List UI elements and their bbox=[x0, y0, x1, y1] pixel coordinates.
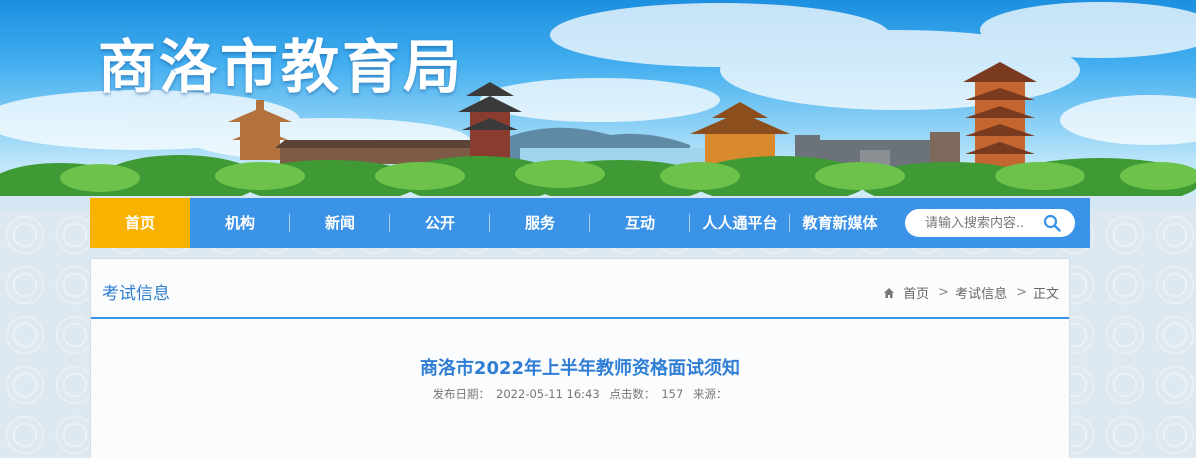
breadcrumb: 首页 > 考试信息 > 正文 bbox=[883, 283, 1059, 302]
section-title: 考试信息 bbox=[102, 284, 170, 304]
site-title: 商洛市教育局 bbox=[98, 33, 465, 101]
search-box bbox=[905, 209, 1075, 237]
breadcrumb-current: 正文 bbox=[1032, 287, 1059, 302]
nav-item-services[interactable]: 服务 bbox=[490, 198, 590, 248]
publish-date-label: 发布日期： bbox=[432, 387, 491, 401]
article-meta: 发布日期： 2022-05-11 16:43 点击数： 157 来源： bbox=[91, 386, 1069, 402]
header-banner: 商洛市教育局 bbox=[0, 0, 1196, 210]
breadcrumb-home[interactable]: 首页 bbox=[903, 283, 929, 302]
home-icon bbox=[884, 287, 895, 298]
main-nav: 首页 机构 新闻 公开 服务 互动 人人通平台 教育新媒体 bbox=[90, 198, 1090, 248]
breadcrumb-separator: > bbox=[938, 285, 950, 300]
nav-item-public[interactable]: 公开 bbox=[390, 198, 490, 248]
nav-item-renrentong[interactable]: 人人通平台 bbox=[690, 198, 790, 248]
breadcrumb-category[interactable]: 考试信息 bbox=[955, 283, 1007, 302]
breadcrumb-separator: > bbox=[1016, 285, 1027, 300]
panel-header: 考试信息 首页 > 考试信息 > 正文 bbox=[91, 259, 1069, 319]
source-label: 来源： bbox=[692, 387, 728, 401]
search-input[interactable] bbox=[923, 214, 1047, 232]
hits-label: 点击数： bbox=[609, 387, 656, 401]
search-icon[interactable] bbox=[1043, 214, 1061, 232]
content-panel: 考试信息 首页 > 考试信息 > 正文 商洛市2022年上半年教师资格面试须知 … bbox=[90, 258, 1070, 458]
nav-item-home[interactable]: 首页 bbox=[90, 198, 190, 248]
publish-date: 2022-05-11 16:43 bbox=[496, 387, 600, 401]
nav-item-new-media[interactable]: 教育新媒体 bbox=[790, 198, 890, 248]
nav-item-news[interactable]: 新闻 bbox=[290, 198, 390, 248]
nav-item-interaction[interactable]: 互动 bbox=[590, 198, 690, 248]
article-title: 商洛市2022年上半年教师资格面试须知 bbox=[419, 358, 741, 379]
nav-item-organization[interactable]: 机构 bbox=[190, 198, 290, 248]
hits-count: 157 bbox=[661, 387, 684, 401]
